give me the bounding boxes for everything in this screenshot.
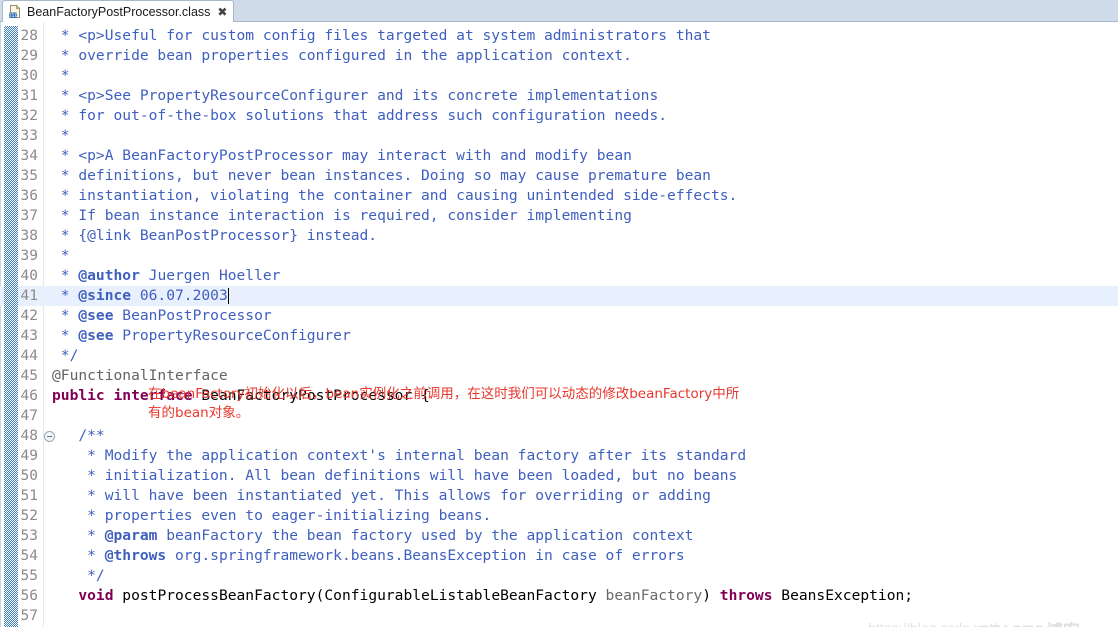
code-line[interactable]: 31 * <p>See PropertyResourceConfigurer a…: [0, 86, 1118, 106]
code-line[interactable]: 34 * <p>A BeanFactoryPostProcessor may i…: [0, 146, 1118, 166]
code-line[interactable]: 53 * @param beanFactory the bean factory…: [0, 526, 1118, 546]
code-line[interactable]: 37 * If bean instance interaction is req…: [0, 206, 1118, 226]
change-bar: [4, 126, 18, 146]
change-bar: [4, 586, 18, 606]
code-line[interactable]: 36 * instantiation, violating the contai…: [0, 186, 1118, 206]
change-bar: [4, 166, 18, 186]
change-bar: [4, 86, 18, 106]
code-text: * <p>Useful for custom config files targ…: [52, 27, 711, 44]
code-line[interactable]: 39 *: [0, 246, 1118, 266]
code-line[interactable]: 33 *: [0, 126, 1118, 146]
change-bar: [4, 386, 18, 406]
text-caret: [227, 288, 229, 304]
code-text: * @see PropertyResourceConfigurer: [52, 327, 351, 344]
code-text: * @throws org.springframework.beans.Bean…: [52, 547, 685, 564]
change-bar: [4, 466, 18, 486]
change-bar: [4, 226, 18, 246]
code-line[interactable]: 56 void postProcessBeanFactory(Configura…: [0, 586, 1118, 606]
code-line[interactable]: 55 */: [0, 566, 1118, 586]
change-bar: [4, 546, 18, 566]
code-line[interactable]: 52 * properties even to eager-initializi…: [0, 506, 1118, 526]
change-bar: [4, 366, 18, 386]
code-text: /**: [52, 427, 105, 444]
change-bar: [4, 146, 18, 166]
code-text: * instantiation, violating the container…: [52, 187, 738, 204]
chinese-annotation-line-1: 在beanFactory初始化以后，bean实例化之前调用，在这时我们可以动态的…: [148, 386, 740, 402]
change-bar: [4, 566, 18, 586]
change-bar: [4, 206, 18, 226]
code-text: *: [52, 67, 70, 84]
code-line[interactable]: 50 * initialization. All bean definition…: [0, 466, 1118, 486]
code-line[interactable]: 29 * override bean properties configured…: [0, 46, 1118, 66]
change-bar: [4, 26, 18, 46]
code-text: *: [52, 247, 70, 264]
change-bar: [4, 406, 18, 426]
change-bar: [4, 526, 18, 546]
change-bar: [4, 326, 18, 346]
class-file-icon: 010: [8, 4, 23, 19]
tab-label: BeanFactoryPostProcessor.class: [27, 4, 211, 19]
code-line[interactable]: 57: [0, 606, 1118, 626]
code-text: */: [52, 347, 79, 364]
code-text: * @author Juergen Hoeller: [52, 267, 281, 284]
code-line[interactable]: 44 */: [0, 346, 1118, 366]
code-text: * override bean properties configured in…: [52, 47, 632, 64]
change-bar: [4, 346, 18, 366]
code-line[interactable]: 32 * for out-of-the-box solutions that a…: [0, 106, 1118, 126]
code-text: * properties even to eager-initializing …: [52, 507, 492, 524]
code-line[interactable]: 45 @FunctionalInterface: [0, 366, 1118, 386]
code-line[interactable]: 40 * @author Juergen Hoeller: [0, 266, 1118, 286]
code-line[interactable]: 51 * will have been instantiated yet. Th…: [0, 486, 1118, 506]
code-line[interactable]: 41 * @since 06.07.2003: [0, 286, 1118, 306]
code-text: * <p>See PropertyResourceConfigurer and …: [52, 87, 659, 104]
code-line[interactable]: 54 * @throws org.springframework.beans.B…: [0, 546, 1118, 566]
change-bar: [4, 606, 18, 626]
code-text: * for out-of-the-box solutions that addr…: [52, 107, 668, 124]
chinese-annotation-line-2: 有的bean对象。: [148, 405, 250, 421]
code-text: * Modify the application context's inter…: [52, 447, 747, 464]
code-line[interactable]: 35 * definitions, but never bean instanc…: [0, 166, 1118, 186]
code-editor-area[interactable]: 28 * <p>Useful for custom config files t…: [0, 22, 1118, 627]
code-line[interactable]: 38 * {@link BeanPostProcessor} instead.: [0, 226, 1118, 246]
code-text: * <p>A BeanFactoryPostProcessor may inte…: [52, 147, 632, 164]
code-text: * initialization. All bean definitions w…: [52, 467, 738, 484]
code-line[interactable]: 48 /**: [0, 426, 1118, 446]
change-bar: [4, 286, 18, 306]
code-text: void postProcessBeanFactory(Configurable…: [78, 587, 914, 604]
code-text: * @param beanFactory the bean factory us…: [52, 527, 694, 544]
change-bar: [4, 186, 18, 206]
code-text: */: [52, 567, 105, 584]
code-line[interactable]: 28 * <p>Useful for custom config files t…: [0, 26, 1118, 46]
change-bar: [4, 426, 18, 446]
change-bar: [4, 66, 18, 86]
change-bar: [4, 246, 18, 266]
code-line[interactable]: 49 * Modify the application context's in…: [0, 446, 1118, 466]
code-line[interactable]: 43 * @see PropertyResourceConfigurer: [0, 326, 1118, 346]
close-icon[interactable]: ✖: [217, 6, 227, 18]
code-text: * If bean instance interaction is requir…: [52, 207, 632, 224]
code-text: * definitions, but never bean instances.…: [52, 167, 711, 184]
change-bar: [4, 106, 18, 126]
code-line[interactable]: 30 *: [0, 66, 1118, 86]
change-bar: [4, 46, 18, 66]
code-text: * will have been instantiated yet. This …: [52, 487, 711, 504]
code-text: *: [52, 127, 70, 144]
change-bar: [4, 486, 18, 506]
svg-text:010: 010: [8, 13, 18, 19]
change-bar: [4, 446, 18, 466]
code-line[interactable]: 42 * @see BeanPostProcessor: [0, 306, 1118, 326]
code-text: * @see BeanPostProcessor: [52, 307, 272, 324]
code-text: @FunctionalInterface: [52, 367, 228, 384]
code-text: * {@link BeanPostProcessor} instead.: [52, 227, 378, 244]
editor-tab-bar: 010 BeanFactoryPostProcessor.class ✖: [0, 0, 1118, 22]
tab-beanfactorypostprocessor[interactable]: 010 BeanFactoryPostProcessor.class ✖: [2, 0, 234, 22]
change-bar: [4, 506, 18, 526]
change-bar: [4, 306, 18, 326]
change-bar: [4, 266, 18, 286]
code-text: * @since 06.07.2003: [52, 287, 228, 304]
